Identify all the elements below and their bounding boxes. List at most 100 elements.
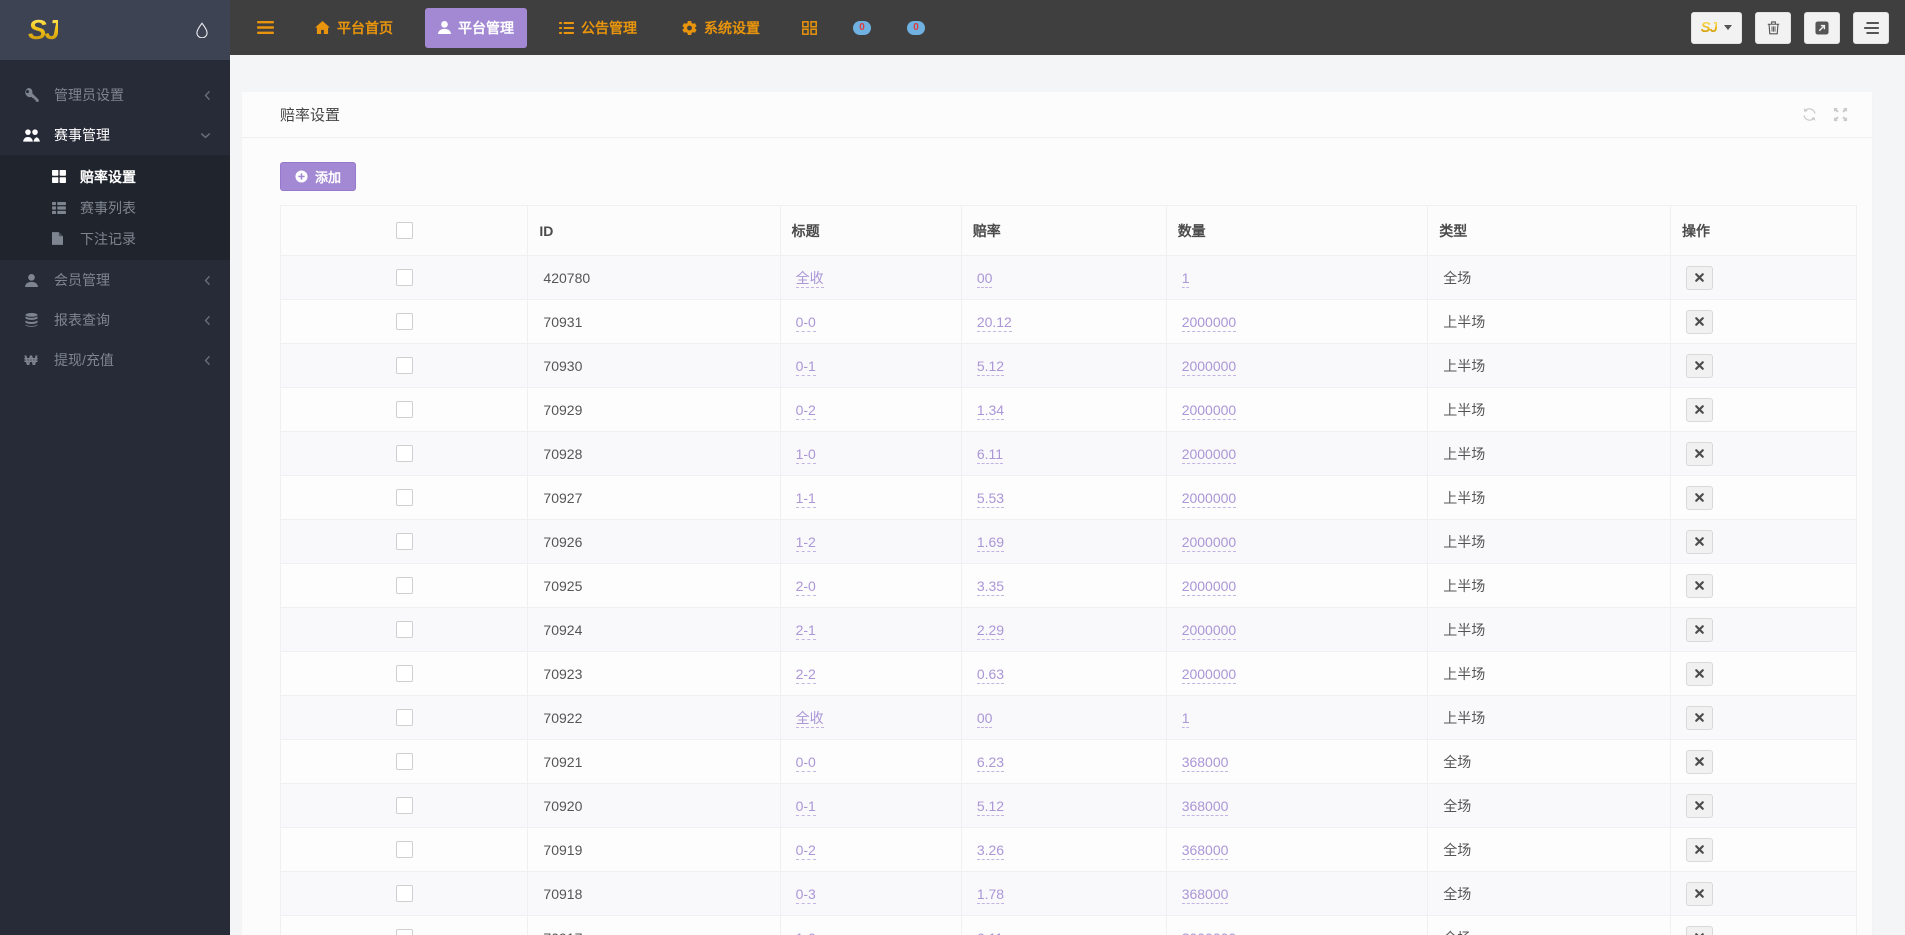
delete-button[interactable] bbox=[1686, 265, 1713, 290]
row-odds-link[interactable]: 1.78 bbox=[976, 885, 1005, 904]
row-odds-link[interactable]: 1.34 bbox=[976, 401, 1005, 420]
row-title-link[interactable]: 0-1 bbox=[795, 357, 816, 376]
sidebar-subitem[interactable]: 赔率设置 bbox=[0, 161, 230, 192]
sidebar-item[interactable]: 管理员设置 bbox=[0, 75, 230, 115]
droplet-icon[interactable] bbox=[196, 22, 208, 38]
sidebar-subitem[interactable]: 赛事列表 bbox=[0, 192, 230, 223]
delete-button[interactable] bbox=[1686, 309, 1713, 334]
row-title-link[interactable]: 0-2 bbox=[795, 841, 816, 860]
delete-button[interactable] bbox=[1686, 573, 1713, 598]
row-odds-link[interactable]: 00 bbox=[976, 709, 993, 728]
nav-item[interactable]: 系统设置 bbox=[669, 8, 773, 48]
row-amount-link[interactable]: 2000000 bbox=[1181, 313, 1237, 332]
row-amount-link[interactable]: 368000 bbox=[1181, 753, 1229, 772]
trash-button[interactable] bbox=[1755, 11, 1791, 44]
row-amount-link[interactable]: 1 bbox=[1181, 709, 1190, 728]
delete-button[interactable] bbox=[1686, 705, 1713, 730]
delete-button[interactable] bbox=[1686, 529, 1713, 554]
add-button[interactable]: 添加 bbox=[280, 162, 357, 191]
row-title-link[interactable]: 0-3 bbox=[795, 885, 816, 904]
row-checkbox[interactable] bbox=[395, 753, 413, 771]
row-checkbox[interactable] bbox=[395, 445, 413, 463]
row-checkbox[interactable] bbox=[395, 709, 413, 727]
row-checkbox[interactable] bbox=[395, 489, 413, 507]
sidebar-item[interactable]: 报表查询 bbox=[0, 300, 230, 340]
row-title-link[interactable]: 0-1 bbox=[795, 797, 816, 816]
row-title-link[interactable]: 2-2 bbox=[795, 665, 816, 684]
delete-button[interactable] bbox=[1686, 441, 1713, 466]
expand-icon[interactable] bbox=[1833, 107, 1848, 122]
delete-button[interactable] bbox=[1686, 661, 1713, 686]
delete-button[interactable] bbox=[1686, 881, 1713, 906]
row-amount-link[interactable]: 2000000 bbox=[1181, 533, 1237, 552]
row-checkbox[interactable] bbox=[395, 929, 413, 935]
row-odds-link[interactable]: 20.12 bbox=[976, 313, 1012, 332]
row-amount-link[interactable]: 2000000 bbox=[1181, 665, 1237, 684]
delete-button[interactable] bbox=[1686, 793, 1713, 818]
row-title-link[interactable]: 0-0 bbox=[795, 313, 816, 332]
notification-badge[interactable]: 0 bbox=[853, 20, 871, 35]
notification-badge[interactable]: 0 bbox=[907, 20, 925, 35]
sidebar-item[interactable]: 赛事管理 bbox=[0, 115, 230, 155]
refresh-icon[interactable] bbox=[1802, 107, 1817, 122]
row-checkbox[interactable] bbox=[395, 357, 413, 375]
row-amount-link[interactable]: 2000000 bbox=[1181, 489, 1237, 508]
row-odds-link[interactable]: 2.29 bbox=[976, 621, 1005, 640]
row-title-link[interactable]: 1-2 bbox=[795, 533, 816, 552]
delete-button[interactable] bbox=[1686, 397, 1713, 422]
row-amount-link[interactable]: 368000 bbox=[1181, 885, 1229, 904]
nav-item[interactable]: 平台管理 bbox=[425, 7, 527, 48]
row-checkbox[interactable] bbox=[395, 533, 413, 551]
row-checkbox[interactable] bbox=[395, 797, 413, 815]
row-checkbox[interactable] bbox=[395, 621, 413, 639]
row-odds-link[interactable]: 0.63 bbox=[976, 665, 1005, 684]
row-checkbox[interactable] bbox=[395, 885, 413, 903]
row-title-link[interactable]: 全收 bbox=[795, 709, 824, 728]
row-checkbox[interactable] bbox=[395, 401, 413, 419]
row-odds-link[interactable]: 5.12 bbox=[976, 797, 1005, 816]
row-title-link[interactable]: 1-0 bbox=[795, 929, 816, 935]
row-odds-link[interactable]: 5.53 bbox=[976, 489, 1005, 508]
row-amount-link[interactable]: 2000000 bbox=[1181, 357, 1237, 376]
row-checkbox[interactable] bbox=[395, 313, 413, 331]
row-odds-link[interactable]: 3.26 bbox=[976, 841, 1005, 860]
row-odds-link[interactable]: 6.23 bbox=[976, 753, 1005, 772]
row-checkbox[interactable] bbox=[395, 665, 413, 683]
row-odds-link[interactable]: 5.12 bbox=[976, 357, 1005, 376]
sj-logo-button[interactable]: SJ bbox=[1690, 11, 1742, 44]
sidebar-item[interactable]: 会员管理 bbox=[0, 260, 230, 300]
row-odds-link[interactable]: 6.11 bbox=[976, 445, 1004, 464]
delete-button[interactable] bbox=[1686, 749, 1713, 774]
row-amount-link[interactable]: 2000000 bbox=[1181, 445, 1237, 464]
sidebar-subitem[interactable]: 下注记录 bbox=[0, 223, 230, 254]
row-amount-link[interactable]: 1 bbox=[1181, 269, 1190, 288]
nav-item[interactable]: 平台首页 bbox=[302, 8, 406, 48]
delete-button[interactable] bbox=[1686, 837, 1713, 862]
brand-logo[interactable]: SJ bbox=[28, 14, 60, 46]
row-amount-link[interactable]: 2000000 bbox=[1181, 577, 1237, 596]
row-odds-link[interactable]: 6.11 bbox=[976, 929, 1004, 935]
list-bars-button[interactable] bbox=[1853, 11, 1889, 44]
delete-button[interactable] bbox=[1686, 485, 1713, 510]
select-all-checkbox[interactable] bbox=[395, 222, 413, 240]
row-title-link[interactable]: 0-2 bbox=[795, 401, 816, 420]
row-checkbox[interactable] bbox=[395, 841, 413, 859]
row-title-link[interactable]: 0-0 bbox=[795, 753, 816, 772]
hamburger-icon[interactable] bbox=[257, 21, 274, 34]
row-amount-link[interactable]: 2000000 bbox=[1181, 929, 1237, 935]
external-link-button[interactable] bbox=[1804, 11, 1840, 44]
row-title-link[interactable]: 2-1 bbox=[795, 621, 816, 640]
row-title-link[interactable]: 1-1 bbox=[795, 489, 816, 508]
row-amount-link[interactable]: 2000000 bbox=[1181, 621, 1237, 640]
delete-button[interactable] bbox=[1686, 617, 1713, 642]
row-checkbox[interactable] bbox=[395, 269, 413, 287]
nav-item[interactable]: 公告管理 bbox=[546, 8, 650, 48]
row-title-link[interactable]: 全收 bbox=[795, 269, 824, 288]
delete-button[interactable] bbox=[1686, 925, 1713, 935]
delete-button[interactable] bbox=[1686, 353, 1713, 378]
row-amount-link[interactable]: 2000000 bbox=[1181, 401, 1237, 420]
row-title-link[interactable]: 1-0 bbox=[795, 445, 816, 464]
row-odds-link[interactable]: 3.35 bbox=[976, 577, 1005, 596]
grid-menu-icon[interactable] bbox=[802, 20, 817, 35]
row-title-link[interactable]: 2-0 bbox=[795, 577, 816, 596]
